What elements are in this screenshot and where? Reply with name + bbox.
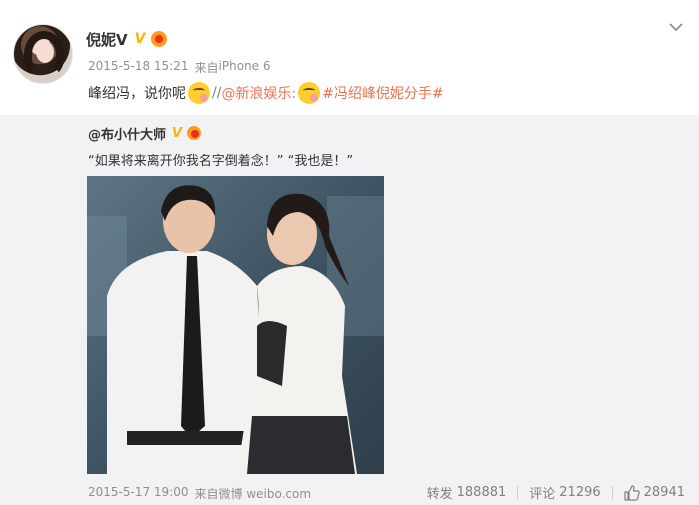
verified-icon: V xyxy=(134,31,146,47)
post-meta: 2015-5-18 15:21 来自 iPhone 6 xyxy=(88,59,270,76)
thumbs-up-icon xyxy=(624,484,640,501)
mention-link[interactable]: @新浪娱乐: xyxy=(221,83,296,103)
repost-stats: 转发 188881 评论 21296 28941 xyxy=(427,483,685,502)
repost-text: “如果将来离开你我名字倒着念！” “我也是！” xyxy=(88,154,354,169)
verified-icon: V xyxy=(172,125,183,141)
like-count: 28941 xyxy=(643,485,685,500)
post-text-main: 峰绍冯，说你呢 xyxy=(88,86,186,102)
forward-label: 转发 xyxy=(426,487,453,502)
repost-source: 微博 weibo.com xyxy=(218,487,312,501)
forward-count: 188881 xyxy=(456,485,507,500)
repost-source-prefix: 来自 xyxy=(194,487,219,501)
repost-separator: // xyxy=(212,85,222,101)
author-name[interactable]: 倪妮V xyxy=(86,29,128,50)
post-source: iPhone 6 xyxy=(218,59,271,73)
post-time[interactable]: 2015-5-18 15:21 xyxy=(88,59,189,76)
thinking-face-emoji-icon xyxy=(298,82,321,104)
author-avatar[interactable] xyxy=(13,24,73,84)
chevron-down-icon[interactable] xyxy=(669,22,683,32)
repost-meta: 2015-5-17 19:00 来自 微博 weibo.com xyxy=(88,485,311,502)
reposted-content: @布小什大师 V “如果将来离开你我名字倒着念！” “我也是！” 2015-5-… xyxy=(0,115,699,505)
repost-photo[interactable] xyxy=(87,176,384,474)
thinking-face-emoji-icon xyxy=(188,82,210,104)
stat-divider xyxy=(517,485,519,500)
repost-time[interactable]: 2015-5-17 19:00 xyxy=(88,485,189,502)
repost-author-row: @布小什大师 V xyxy=(88,123,202,143)
repost-author[interactable]: @布小什大师 xyxy=(88,124,166,143)
author-name-row: 倪妮V V xyxy=(86,28,168,50)
post-source-prefix: 来自 xyxy=(194,61,219,75)
avatar-face xyxy=(36,41,54,63)
hashtag-link[interactable]: #冯绍峰倪妮分手# xyxy=(322,83,443,103)
comment-count: 21296 xyxy=(559,485,601,500)
stat-divider xyxy=(611,485,613,500)
repost-footer: 2015-5-17 19:00 来自 微博 weibo.com 转发 18888… xyxy=(0,482,699,504)
like-stat[interactable]: 28941 xyxy=(624,484,685,501)
member-medal-icon xyxy=(151,31,168,47)
comment-label: 评论 xyxy=(529,487,556,502)
weibo-post-card: 倪妮V V 2015-5-18 15:21 来自 iPhone 6 峰绍冯，说你… xyxy=(0,0,699,505)
post-body: 峰绍冯，说你呢 // @新浪娱乐: #冯绍峰倪妮分手# xyxy=(88,80,444,106)
forward-stat[interactable]: 转发 188881 xyxy=(427,483,507,502)
member-medal-icon xyxy=(187,126,202,140)
comment-stat[interactable]: 评论 21296 xyxy=(529,483,600,502)
